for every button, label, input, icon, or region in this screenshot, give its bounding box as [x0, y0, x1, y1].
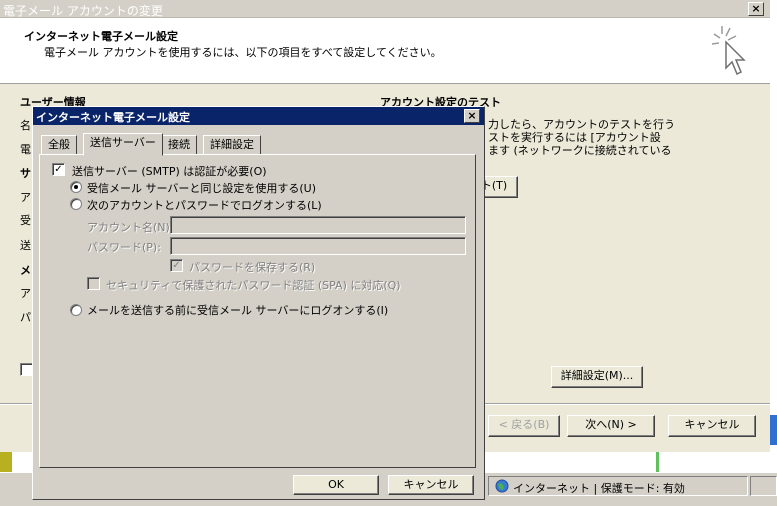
- left-letter: サ: [20, 167, 31, 180]
- zoom-icon[interactable]: [750, 476, 777, 496]
- window-close-button[interactable]: ×: [748, 2, 764, 16]
- left-letter: 送: [20, 239, 31, 252]
- globe-icon: [495, 479, 509, 493]
- spa-checkbox[interactable]: [87, 277, 100, 290]
- smtp-auth-label: 送信サーバー (SMTP) は認証が必要(O): [72, 165, 267, 178]
- password-label: パスワード(P):: [87, 241, 161, 254]
- outgoing-server-panel: ✓ 送信サーバー (SMTP) は認証が必要(O) 受信メール サーバーと同じ設…: [39, 154, 476, 468]
- spa-label: セキュリティで保護されたパスワード認証 (SPA) に対応(Q): [106, 279, 401, 292]
- logon-with-radio[interactable]: [70, 198, 82, 210]
- logon-before-send-label: メールを送信する前に受信メール サーバーにログオンする(I): [87, 304, 389, 317]
- internet-mail-settings-dialog: インターネット電子メール設定 × 全般 送信サーバー 接続 詳細設定 ✓ 送信サ…: [32, 106, 485, 500]
- background-window-edge: [0, 452, 12, 472]
- test-description: ます (ネットワークに接続されている: [488, 144, 672, 157]
- tab-general[interactable]: 全般: [41, 135, 77, 155]
- wizard-header: インターネット電子メール設定 電子メール アカウントを使用するには、以下の項目を…: [0, 18, 770, 84]
- tab-advanced[interactable]: 詳細設定: [203, 135, 261, 155]
- left-letter: メ: [20, 264, 31, 277]
- password-field[interactable]: [170, 237, 466, 255]
- cancel-button[interactable]: キャンセル: [668, 415, 756, 437]
- left-letter: 受: [20, 214, 31, 227]
- remember-password-checkbox[interactable]: ✓: [170, 259, 183, 272]
- window-title: 電子メール アカウントの変更: [3, 4, 163, 18]
- back-button[interactable]: < 戻る(B): [488, 415, 560, 437]
- dialog-title-bar: インターネット電子メール設定 ×: [33, 107, 484, 125]
- account-name-label: アカウント名(N):: [87, 221, 174, 234]
- same-as-incoming-label: 受信メール サーバーと同じ設定を使用する(U): [87, 182, 317, 195]
- left-letter: 名: [20, 119, 31, 132]
- smtp-auth-checkbox[interactable]: ✓: [52, 163, 65, 176]
- more-settings-button[interactable]: 詳細設定(M)...: [551, 366, 643, 388]
- header-title: インターネット電子メール設定: [24, 30, 178, 43]
- tab-connection[interactable]: 接続: [161, 135, 197, 155]
- remember-password-label: パスワードを保存する(R): [189, 261, 316, 274]
- header-subtitle: 電子メール アカウントを使用するには、以下の項目をすべて設定してください。: [44, 46, 442, 59]
- background-window-edge: [656, 452, 659, 472]
- dialog-close-button[interactable]: ×: [464, 109, 480, 123]
- background-window-edge: [770, 415, 777, 445]
- left-letter: 電: [20, 143, 31, 156]
- wizard-cursor-icon: [711, 26, 746, 76]
- logon-before-send-radio[interactable]: [70, 304, 82, 316]
- tab-outgoing-server[interactable]: 送信サーバー: [83, 133, 163, 156]
- dialog-title: インターネット電子メール設定: [36, 111, 190, 124]
- same-as-incoming-radio[interactable]: [70, 181, 82, 193]
- left-letter: パ: [20, 311, 31, 324]
- window-title-bar: 電子メール アカウントの変更 ×: [0, 0, 770, 18]
- logon-with-label: 次のアカウントとパスワードでログオンする(L): [87, 199, 322, 212]
- security-zone-status: インターネット | 保護モード: 有効: [488, 476, 748, 496]
- ok-button[interactable]: OK: [293, 475, 379, 495]
- left-letter: ア: [20, 191, 31, 204]
- next-button[interactable]: 次へ(N) >: [567, 415, 655, 437]
- dialog-cancel-button[interactable]: キャンセル: [388, 475, 474, 495]
- account-name-field[interactable]: [170, 216, 466, 234]
- zone-text: インターネット | 保護モード: 有効: [513, 482, 685, 495]
- left-letter: ア: [20, 287, 31, 300]
